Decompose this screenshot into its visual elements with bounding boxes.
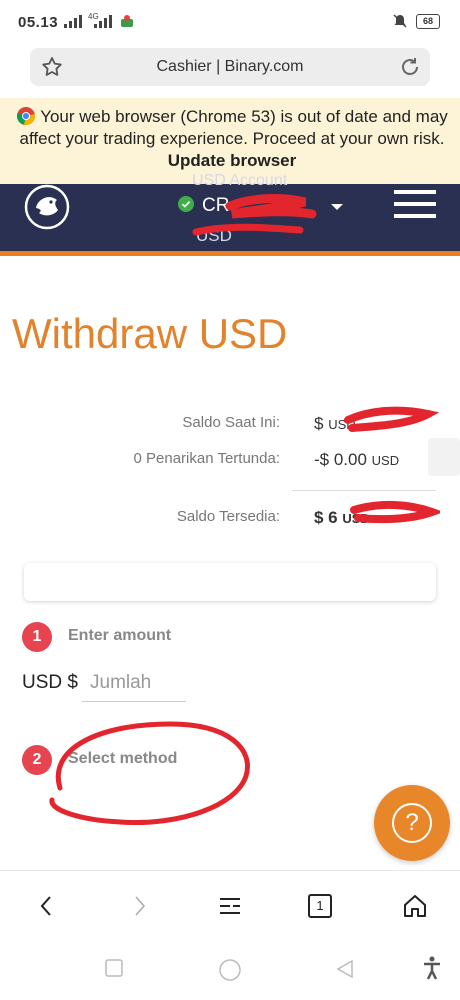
forward-icon[interactable]	[124, 891, 154, 921]
binary-logo-icon[interactable]	[24, 184, 70, 230]
step-label: Enter amount	[68, 627, 172, 644]
menu-icon[interactable]	[394, 190, 436, 220]
chrome-icon	[17, 107, 36, 126]
step-number: 1	[22, 622, 52, 652]
annotation-circle	[49, 721, 250, 826]
message-container	[24, 563, 436, 601]
system-nav-bar	[0, 942, 460, 1000]
battery-indicator: 68	[416, 14, 440, 29]
status-bar: 05.13 4G 68	[0, 0, 460, 42]
app-notification-icon	[121, 15, 133, 27]
help-button[interactable]: ?	[374, 785, 450, 861]
accessibility-icon[interactable]	[422, 956, 442, 980]
tabs-icon[interactable]: 1	[308, 894, 332, 918]
page-tab-title: Cashier | Binary.com	[156, 58, 304, 75]
currency-label: USD $	[22, 672, 78, 693]
recents-icon[interactable]	[104, 958, 124, 978]
signal-icon	[64, 14, 82, 28]
summary-label: Saldo Saat Ini:	[182, 414, 280, 431]
back-triangle-icon[interactable]	[334, 958, 356, 980]
site-header: USD Account CR USD	[0, 172, 460, 256]
banner-text: Your web browser (Chrome 53) is out of d…	[19, 107, 448, 148]
redaction-scribble	[192, 194, 317, 236]
back-icon[interactable]	[32, 891, 62, 921]
update-browser-link[interactable]: Update browser	[168, 151, 296, 170]
redaction-scribble	[344, 406, 440, 524]
chevron-down-icon[interactable]	[331, 204, 343, 210]
status-time: 05.13	[18, 14, 59, 31]
page-title: Withdraw USD	[12, 310, 288, 357]
mute-bell-icon	[393, 14, 407, 28]
browser-toolbar: 1	[0, 870, 460, 942]
summary-label: 0 Penarikan Tertunda:	[133, 450, 281, 467]
help-icon: ?	[392, 803, 432, 843]
summary-label: Saldo Tersedia:	[176, 508, 280, 525]
address-bar[interactable]: Cashier | Binary.com	[30, 48, 430, 86]
home-circle-icon[interactable]	[218, 958, 242, 982]
reload-icon[interactable]	[398, 55, 422, 79]
signal-icon-2	[94, 14, 112, 28]
browser-menu-icon[interactable]	[216, 891, 246, 921]
home-icon[interactable]	[400, 891, 430, 921]
amount-input[interactable]	[82, 664, 186, 702]
